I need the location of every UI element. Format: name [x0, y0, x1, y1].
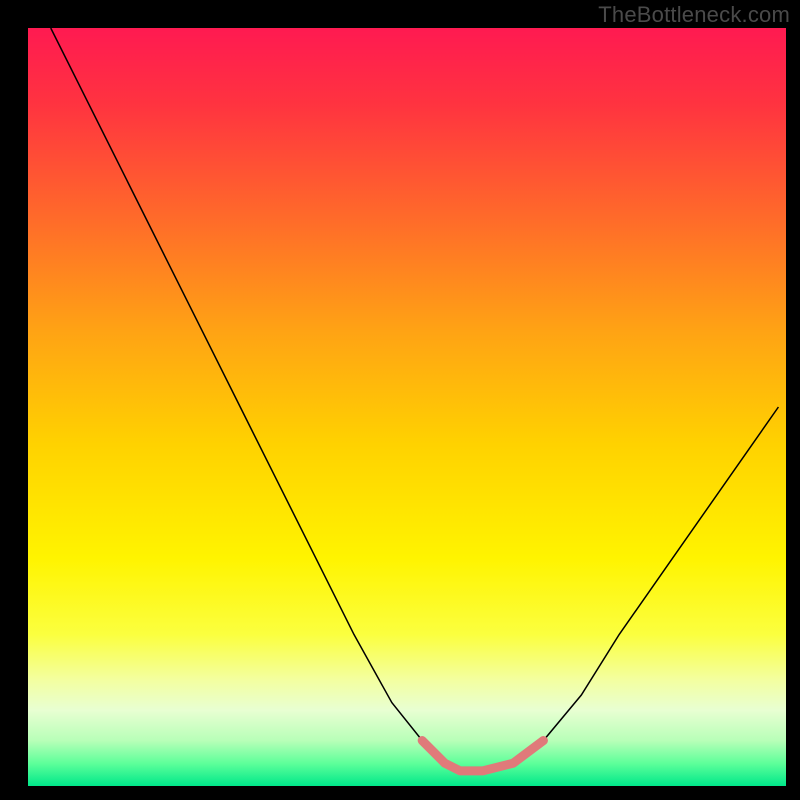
- bottleneck-chart: [28, 28, 786, 786]
- chart-frame: TheBottleneck.com: [0, 0, 800, 800]
- watermark-text: TheBottleneck.com: [598, 2, 790, 28]
